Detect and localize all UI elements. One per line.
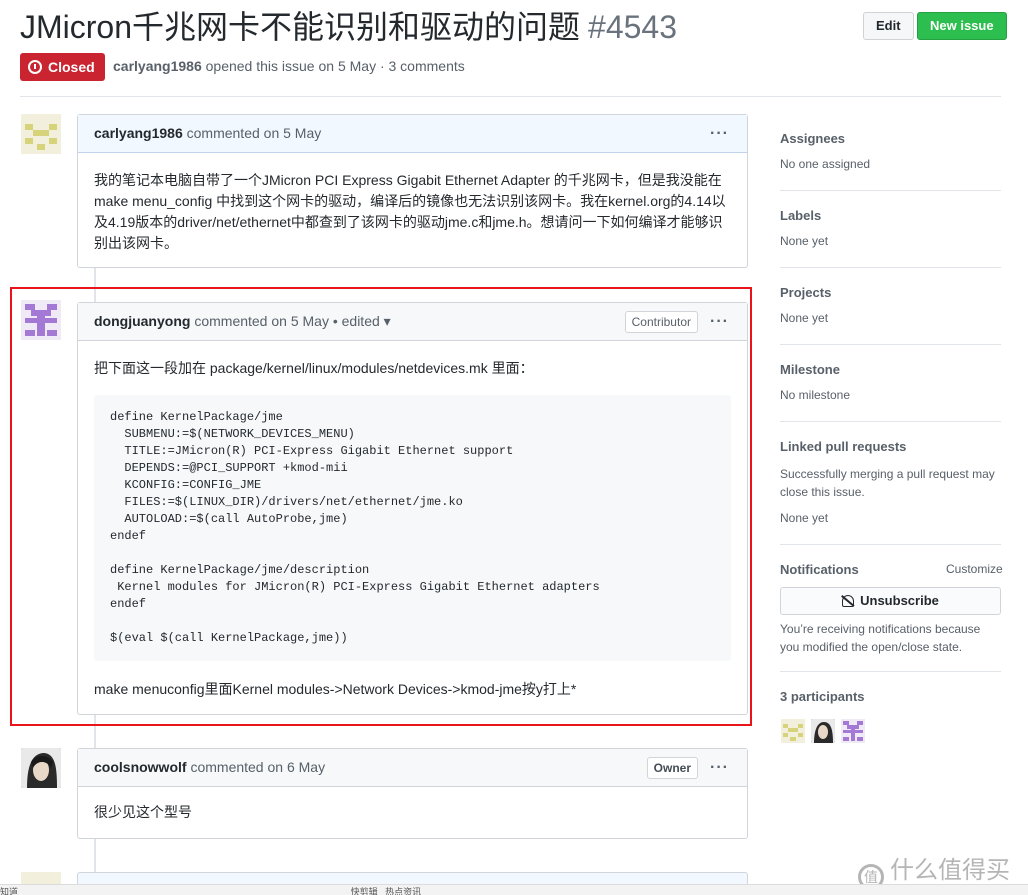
- edit-button[interactable]: Edit: [863, 12, 914, 40]
- projects-value: None yet: [780, 311, 829, 325]
- status-badge: Closed: [20, 53, 105, 81]
- avatar-coolsnowwolf[interactable]: [21, 748, 61, 788]
- notifications-reason: You’re receiving notifications because y…: [780, 622, 981, 654]
- comment-timestamp[interactable]: commented on 5 May: [187, 125, 322, 141]
- sidebar-divider: [780, 190, 1001, 191]
- comment-body: 很少见这个型号: [94, 804, 192, 820]
- linked-prs-value: None yet: [780, 511, 829, 525]
- header-divider: [20, 96, 1001, 97]
- milestone-heading[interactable]: Milestone: [780, 362, 1001, 377]
- projects-heading[interactable]: Projects: [780, 285, 1001, 300]
- milestone-value: No milestone: [780, 388, 851, 402]
- comment-menu-icon[interactable]: ···: [710, 115, 729, 152]
- closed-issue-icon: [28, 60, 42, 74]
- unsubscribe-button[interactable]: Unsubscribe: [780, 587, 1001, 615]
- comment-timestamp[interactable]: commented on 6 May: [190, 759, 325, 775]
- owner-badge: Owner: [646, 757, 698, 779]
- customize-link[interactable]: Customize: [946, 562, 1003, 576]
- new-issue-button[interactable]: New issue: [917, 12, 1007, 40]
- participant-avatar[interactable]: [841, 719, 865, 743]
- comment-menu-icon[interactable]: ···: [710, 749, 729, 786]
- labels-value: None yet: [780, 234, 829, 248]
- issue-author-link[interactable]: carlyang1986: [113, 58, 202, 74]
- participant-avatar[interactable]: [781, 719, 805, 743]
- unsubscribe-label: Unsubscribe: [860, 593, 939, 608]
- avatar-photo: [811, 719, 835, 743]
- avatar-carlyang1986-next[interactable]: [21, 872, 61, 884]
- labels-heading[interactable]: Labels: [780, 208, 1001, 223]
- sidebar-divider: [780, 544, 1001, 545]
- bottom-bar: 知道 快剪辑 热点资讯: [0, 884, 1028, 895]
- comment-body: 我的笔记本电脑自带了一个JMicron PCI Express Gigabit …: [94, 172, 726, 251]
- comment-author[interactable]: carlyang1986: [94, 125, 183, 141]
- assignees-heading[interactable]: Assignees: [780, 131, 1001, 146]
- sidebar-divider: [780, 671, 1001, 672]
- comment-author[interactable]: coolsnowwolf: [94, 759, 187, 775]
- status-badge-label: Closed: [48, 59, 95, 75]
- avatar-carlyang1986[interactable]: [21, 114, 61, 154]
- issue-meta: carlyang1986 opened this issue on 5 May …: [113, 58, 465, 74]
- issue-title-text: JMicron千兆网卡不能识别和驱动的问题: [20, 9, 581, 45]
- linked-prs-desc: Successfully merging a pull request may …: [780, 467, 995, 499]
- highlight-box: [10, 287, 752, 726]
- comment-1-header: carlyang1986 commented on 5 May ···: [78, 115, 747, 153]
- issue-meta-text: opened this issue on 5 May · 3 comments: [205, 58, 465, 74]
- issue-title: JMicron千兆网卡不能识别和驱动的问题 #4543: [20, 6, 677, 48]
- sidebar-divider: [780, 267, 1001, 268]
- avatar-photo: [21, 748, 61, 788]
- comment-1: carlyang1986 commented on 5 May ··· 我的笔记…: [77, 114, 748, 268]
- bell-slash-icon: [842, 595, 855, 607]
- watermark-text: 什么值得买: [890, 857, 1010, 884]
- comment-3-header: coolsnowwolf commented on 6 May Owner ··…: [78, 749, 747, 787]
- comment-3: coolsnowwolf commented on 6 May Owner ··…: [77, 748, 748, 839]
- sidebar-divider: [780, 344, 1001, 345]
- sidebar-divider: [780, 421, 1001, 422]
- linked-prs-heading[interactable]: Linked pull requests: [780, 439, 1001, 454]
- participants-heading: 3 participants: [780, 689, 865, 704]
- participant-avatar[interactable]: [811, 719, 835, 743]
- assignees-value: No one assigned: [780, 157, 871, 171]
- issue-number: #4543: [588, 9, 678, 45]
- identicon-icon: [843, 721, 863, 741]
